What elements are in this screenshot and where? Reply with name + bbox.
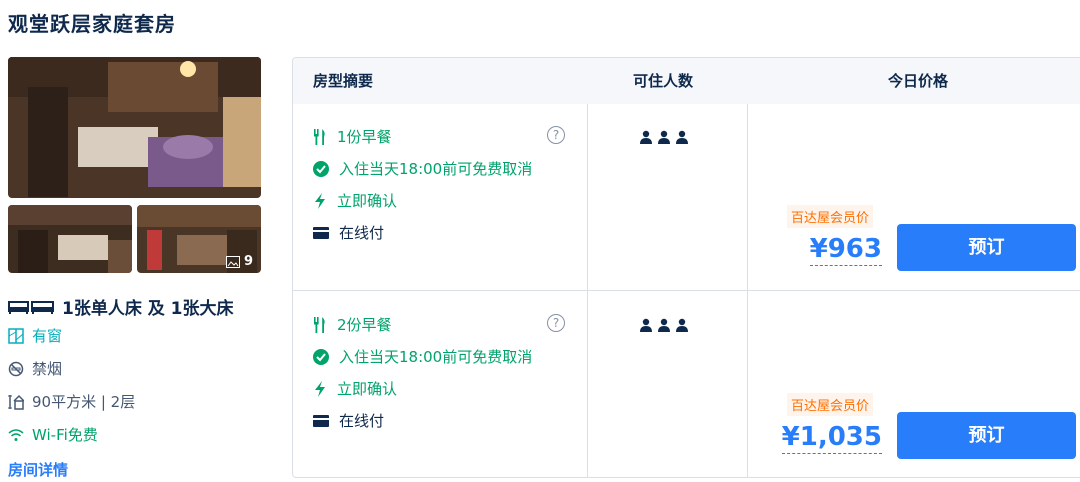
room-title: 观堂跃层家庭套房 [8,12,176,36]
cancel-label: 入住当天18:00前可免费取消 [339,160,533,178]
breakfast-label: 1份早餐 [337,128,392,146]
person-icon [658,130,670,144]
member-price-tag: 百达屋会员价 [787,393,874,416]
member-price-tag: 百达屋会员价 [787,205,874,228]
room-details-link[interactable]: 房间详情 [8,459,68,480]
bed-label: 1张单人床 及 1张大床 [62,299,234,319]
instant-confirm: 立即确认 [313,190,397,211]
lightning-icon [315,380,325,397]
table-header: 房型摘要 可住人数 今日价格 [293,58,1080,104]
utensils-icon [314,316,325,333]
payment-label: 在线付 [339,224,385,242]
cancel-label: 入住当天18:00前可免费取消 [339,348,533,366]
guest-capacity [639,130,689,144]
guest-capacity [639,318,689,332]
header-guests: 可住人数 [633,72,694,90]
breakfast-label: 2份早餐 [337,316,392,334]
person-icon [658,318,670,332]
confirm-label: 立即确认 [337,192,398,210]
check-circle-icon [313,160,329,177]
payment-label: 在线付 [339,412,385,430]
card-icon [313,226,329,239]
confirm-label: 立即确认 [337,380,398,398]
facility-label: 90平方米 | 2层 [32,393,136,411]
book-button[interactable]: 预订 [897,412,1076,459]
instant-confirm: 立即确认 [313,378,397,399]
area-icon [8,394,24,410]
photo-count-badge: 9 [225,254,253,269]
rate-row: 1份早餐 ? 入住当天18:00前可免费取消 立即确认 在线付 百达屋会员价 ¥… [293,104,1080,291]
facility-label: 有窗 [32,327,63,345]
wifi-icon [8,428,24,441]
facility-window: 有窗 [8,325,62,346]
photo-count: 9 [243,254,253,269]
gallery-icon [225,255,240,268]
no-smoking-icon [8,361,24,376]
bed-icon [8,300,54,314]
help-icon[interactable]: ? [547,314,565,332]
header-price: 今日价格 [888,72,949,90]
cancel-policy: 入住当天18:00前可免费取消 [313,346,532,367]
breakfast-info: 2份早餐 [313,314,392,335]
room-photo-thumb[interactable] [8,205,132,273]
room-photo-thumb[interactable]: 9 [137,205,261,273]
rate-row: 2份早餐 ? 入住当天18:00前可免费取消 立即确认 在线付 百达屋会员价 ¥… [293,292,1080,477]
price: ¥963 [809,234,882,266]
payment-method: 在线付 [313,410,384,431]
breakfast-info: 1份早餐 [313,126,392,147]
rate-table: 房型摘要 可住人数 今日价格 1份早餐 ? 入住当天18:00前可免费取消 立即… [292,57,1080,478]
person-icon [676,130,688,144]
facility-no-smoking: 禁烟 [8,358,62,379]
person-icon [640,318,652,332]
card-icon [313,414,329,427]
book-button[interactable]: 预订 [897,224,1076,271]
facility-wifi: Wi-Fi免费 [8,424,98,445]
lightning-icon [315,192,325,209]
facility-label: 禁烟 [32,360,63,378]
bed-info: 1张单人床 及 1张大床 [8,294,234,319]
person-icon [676,318,688,332]
room-photo-main[interactable] [8,57,261,198]
window-icon [8,327,24,344]
facility-label: Wi-Fi免费 [32,426,98,444]
price: ¥1,035 [781,422,882,454]
utensils-icon [314,128,325,145]
person-icon [640,130,652,144]
help-icon[interactable]: ? [547,126,565,144]
cancel-policy: 入住当天18:00前可免费取消 [313,158,532,179]
facility-area: 90平方米 | 2层 [8,391,135,412]
header-summary: 房型摘要 [313,72,374,90]
payment-method: 在线付 [313,222,384,243]
check-circle-icon [313,348,329,365]
